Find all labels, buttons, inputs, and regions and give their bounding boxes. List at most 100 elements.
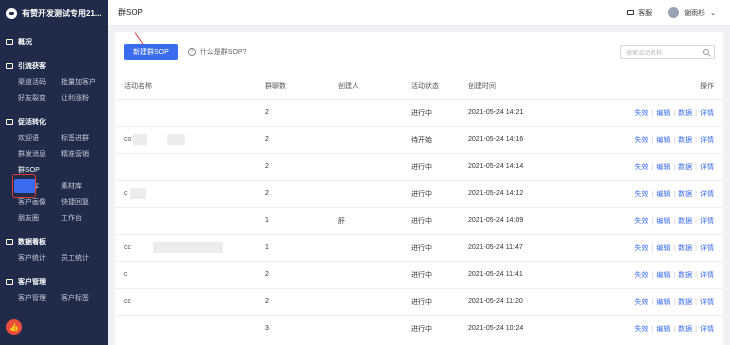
detail-link[interactable]: 详情 bbox=[700, 245, 714, 252]
disable-link[interactable]: 失效 bbox=[635, 218, 649, 225]
table-row: 2 进行中 2021-05-24 14:14 失效 | 编辑 | 数据 | 详情 bbox=[115, 152, 723, 180]
cell-creator bbox=[338, 152, 411, 180]
thumbs-up-icon[interactable]: 👍 bbox=[6, 319, 22, 335]
detail-link[interactable]: 详情 bbox=[700, 191, 714, 198]
service-button[interactable]: 客服 bbox=[627, 8, 652, 18]
sidebar-item-staff-stats[interactable]: 员工统计 bbox=[61, 253, 105, 263]
user-name: 谢雨杉 bbox=[684, 9, 706, 17]
data-link[interactable]: 数据 bbox=[678, 110, 692, 117]
edit-link[interactable]: 编辑 bbox=[656, 110, 670, 117]
sidebar-item-group-sop[interactable]: 群SOP bbox=[0, 165, 61, 175]
sidebar-item-customer-profile[interactable]: 客户画像 bbox=[0, 197, 61, 207]
detail-link[interactable]: 详情 bbox=[700, 299, 714, 306]
sidebar-item-customer-tags[interactable]: 客户标签 bbox=[61, 293, 105, 303]
sidebar: 有赞开发测试专用21... 概况 引流获客 渠道活码 批量加客户 好友裂变 让利涨粉… bbox=[0, 0, 108, 345]
sidebar-item-channel-code[interactable]: 渠道活码 bbox=[0, 77, 61, 87]
edit-link[interactable]: 编辑 bbox=[656, 164, 670, 171]
disable-link[interactable]: 失效 bbox=[635, 272, 649, 279]
cell-ops: 失效 | 编辑 | 数据 | 详情 bbox=[608, 233, 723, 261]
cell-count: 1 bbox=[265, 233, 338, 261]
cell-ops: 失效 | 编辑 | 数据 | 详情 bbox=[608, 152, 723, 180]
new-group-sop-button[interactable]: 新建群SOP bbox=[124, 44, 178, 60]
disable-link[interactable]: 失效 bbox=[635, 191, 649, 198]
sidebar-item-welcome[interactable]: 欢迎语 bbox=[0, 133, 61, 143]
cell-creator bbox=[338, 179, 411, 207]
cell-name bbox=[115, 206, 265, 234]
cell-status: 进行中 bbox=[411, 206, 468, 234]
edit-link[interactable]: 编辑 bbox=[656, 218, 670, 225]
data-link[interactable]: 数据 bbox=[678, 326, 692, 333]
edit-link[interactable]: 编辑 bbox=[656, 137, 670, 144]
page-title: 群SOP bbox=[118, 8, 143, 17]
col-header-time: 创建时间 bbox=[468, 74, 608, 99]
detail-link[interactable]: 详情 bbox=[700, 326, 714, 333]
sidebar-item-friend-fission[interactable]: 好友裂变 bbox=[0, 93, 61, 103]
data-link[interactable]: 数据 bbox=[678, 191, 692, 198]
cell-time: 2021-05-24 10:24 bbox=[468, 314, 608, 342]
sidebar-item-materials[interactable]: 素材库 bbox=[61, 181, 105, 191]
disable-link[interactable]: 失效 bbox=[635, 137, 649, 144]
disable-link[interactable]: 失效 bbox=[635, 110, 649, 117]
detail-link[interactable]: 详情 bbox=[700, 272, 714, 279]
cell-creator bbox=[338, 287, 411, 315]
edit-link[interactable]: 编辑 bbox=[656, 299, 670, 306]
cell-name: c bbox=[115, 260, 265, 288]
help-link[interactable]: ? 什么是群SOP? bbox=[187, 47, 246, 57]
sidebar-item-customer-stats[interactable]: 客户统计 bbox=[0, 253, 61, 263]
detail-link[interactable]: 详情 bbox=[700, 164, 714, 171]
table-row: c 2 进行中 2021-05-24 14:12 失效 | 编辑 | 数据 | 详情 bbox=[115, 179, 723, 207]
cell-ops: 失效 | 编辑 | 数据 | 详情 bbox=[608, 179, 723, 207]
sidebar-item-tag-group[interactable]: 标签进群 bbox=[61, 133, 105, 143]
cell-ops: 失效 | 编辑 | 数据 | 详情 bbox=[608, 206, 723, 234]
table-row: cc 1 进行中 2021-05-24 11:47 失效 | 编辑 | 数据 | 详情 bbox=[115, 233, 723, 261]
cell-ops: 失效 | 编辑 | 数据 | 详情 bbox=[608, 260, 723, 288]
edit-link[interactable]: 编辑 bbox=[656, 272, 670, 279]
sop-card: 新建群SOP ? 什么是群SOP? 搜索活动名称 活动名称 群聊数 创建人 活动状… bbox=[115, 32, 723, 345]
disable-link[interactable]: 失效 bbox=[635, 326, 649, 333]
data-link[interactable]: 数据 bbox=[678, 272, 692, 279]
cell-name bbox=[115, 152, 265, 180]
col-header-count: 群聊数 bbox=[265, 74, 338, 99]
cell-status: 进行中 bbox=[411, 260, 468, 288]
data-link[interactable]: 数据 bbox=[678, 245, 692, 252]
disable-link[interactable]: 失效 bbox=[635, 164, 649, 171]
cell-ops: 失效 | 编辑 | 数据 | 详情 bbox=[608, 287, 723, 315]
data-link[interactable]: 数据 bbox=[678, 299, 692, 306]
detail-link[interactable]: 详情 bbox=[700, 110, 714, 117]
user-menu[interactable]: 谢雨杉 ⌄ bbox=[668, 7, 716, 18]
sidebar-item-moments[interactable]: 朋友圈 bbox=[0, 213, 61, 223]
cell-time: 2021-05-24 14:14 bbox=[468, 152, 608, 180]
sidebar-item-mass-message[interactable]: 群发消息 bbox=[0, 149, 61, 159]
cell-count: 3 bbox=[265, 314, 338, 342]
edit-link[interactable]: 编辑 bbox=[656, 191, 670, 198]
nav-group-conversion: 促活转化 bbox=[0, 114, 108, 130]
col-header-status: 活动状态 bbox=[411, 74, 468, 99]
sidebar-item-workbench[interactable]: 工作台 bbox=[61, 213, 105, 223]
disable-link[interactable]: 失效 bbox=[635, 299, 649, 306]
disable-link[interactable]: 失效 bbox=[635, 245, 649, 252]
data-link[interactable]: 数据 bbox=[678, 218, 692, 225]
sidebar-item-precision-marketing[interactable]: 精准营销 bbox=[61, 149, 105, 159]
detail-link[interactable]: 详情 bbox=[700, 218, 714, 225]
cell-count: 2 bbox=[265, 125, 338, 153]
sidebar-item-discount-growth[interactable]: 让利涨粉 bbox=[61, 93, 105, 103]
data-link[interactable]: 数据 bbox=[678, 164, 692, 171]
sidebar-item-quick-reply[interactable]: 快捷回复 bbox=[61, 197, 105, 207]
chart-icon bbox=[6, 239, 13, 245]
cell-time: 2021-05-24 14:12 bbox=[468, 179, 608, 207]
avatar bbox=[668, 7, 680, 18]
nav-group-acquisition: 引流获客 bbox=[0, 58, 108, 74]
edit-link[interactable]: 编辑 bbox=[656, 245, 670, 252]
edit-link[interactable]: 编辑 bbox=[656, 326, 670, 333]
cell-name bbox=[115, 98, 265, 126]
sidebar-item-batch-add[interactable]: 批量加客户 bbox=[61, 77, 105, 87]
cell-status: 进行中 bbox=[411, 233, 468, 261]
search-input[interactable]: 搜索活动名称 bbox=[620, 45, 715, 59]
nav-group-overview[interactable]: 概况 bbox=[0, 34, 108, 50]
data-link[interactable]: 数据 bbox=[678, 137, 692, 144]
cell-time: 2021-05-24 11:47 bbox=[468, 233, 608, 261]
sidebar-item-customer-manage[interactable]: 客户管理 bbox=[0, 293, 61, 303]
detail-link[interactable]: 详情 bbox=[700, 137, 714, 144]
cell-creator bbox=[338, 233, 411, 261]
col-header-ops: 操作 bbox=[608, 74, 723, 99]
